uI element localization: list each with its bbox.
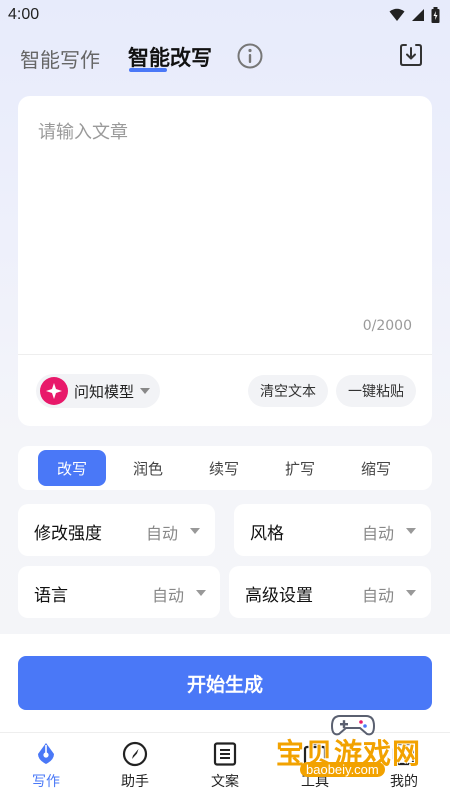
- chevron-down-icon: [140, 388, 151, 394]
- info-icon[interactable]: [236, 42, 264, 70]
- language-label: 语言: [34, 586, 68, 606]
- editor-card: 0/2000 问知模型 清空文本 一键粘贴: [18, 96, 432, 426]
- paste-button[interactable]: 一键粘贴: [336, 375, 416, 407]
- battery-icon: [431, 7, 440, 23]
- model-logo-icon: [40, 377, 68, 405]
- nav-item-copywriting[interactable]: 文案: [195, 741, 255, 791]
- editor-divider: [18, 354, 432, 355]
- chevron-down-icon: [196, 590, 206, 596]
- strength-value: 自动: [146, 524, 179, 543]
- watermark: 宝贝游戏网 baobeiy.com: [272, 712, 432, 782]
- language-select[interactable]: 语言 自动: [18, 566, 220, 618]
- style-label: 风格: [250, 524, 284, 544]
- nav-item-assistant[interactable]: 助手: [105, 741, 165, 791]
- mode-tabs: 改写 润色 续写 扩写 缩写: [18, 446, 432, 490]
- header: 智能写作 智能改写: [0, 38, 450, 78]
- article-input[interactable]: [38, 118, 408, 308]
- status-time: 4:00: [8, 6, 40, 23]
- strength-label: 修改强度: [34, 524, 102, 544]
- status-icons: [389, 7, 440, 23]
- mode-tab-rewrite[interactable]: 改写: [38, 450, 106, 486]
- wifi-icon: [389, 8, 405, 21]
- download-icon[interactable]: [398, 42, 424, 68]
- style-select[interactable]: 风格 自动: [234, 504, 431, 556]
- mode-tab-expand[interactable]: 扩写: [266, 450, 334, 486]
- nav-label: 写作: [32, 774, 60, 790]
- language-value: 自动: [152, 586, 185, 605]
- compass-icon: [122, 741, 148, 767]
- watermark-url: baobeiy.com: [300, 762, 385, 777]
- strength-select[interactable]: 修改强度 自动: [18, 504, 215, 556]
- status-bar: 4:00: [0, 0, 450, 30]
- nav-item-writing[interactable]: 写作: [16, 741, 76, 791]
- tab-smart-writing[interactable]: 智能写作: [20, 44, 100, 73]
- model-label: 问知模型: [74, 382, 135, 401]
- chevron-down-icon: [406, 590, 416, 596]
- mode-tab-polish[interactable]: 润色: [114, 450, 182, 486]
- mode-tab-condense[interactable]: 缩写: [342, 450, 410, 486]
- style-value: 自动: [362, 524, 395, 543]
- mode-tab-continue[interactable]: 续写: [190, 450, 258, 486]
- chevron-down-icon: [406, 528, 416, 534]
- clear-text-button[interactable]: 清空文本: [248, 375, 328, 407]
- cell-signal-icon: [412, 9, 424, 21]
- pen-nib-icon: [38, 743, 54, 764]
- start-generate-button[interactable]: 开始生成: [18, 656, 432, 710]
- chevron-down-icon: [190, 528, 200, 534]
- model-select[interactable]: 问知模型: [36, 374, 161, 408]
- document-icon: [213, 742, 237, 766]
- nav-label: 助手: [121, 774, 149, 790]
- char-count: 0/2000: [362, 318, 412, 334]
- advanced-settings-select[interactable]: 高级设置 自动: [229, 566, 431, 618]
- advanced-settings-value: 自动: [362, 586, 395, 605]
- nav-label: 文案: [211, 774, 239, 790]
- advanced-settings-label: 高级设置: [245, 586, 313, 606]
- active-tab-indicator: [129, 68, 167, 72]
